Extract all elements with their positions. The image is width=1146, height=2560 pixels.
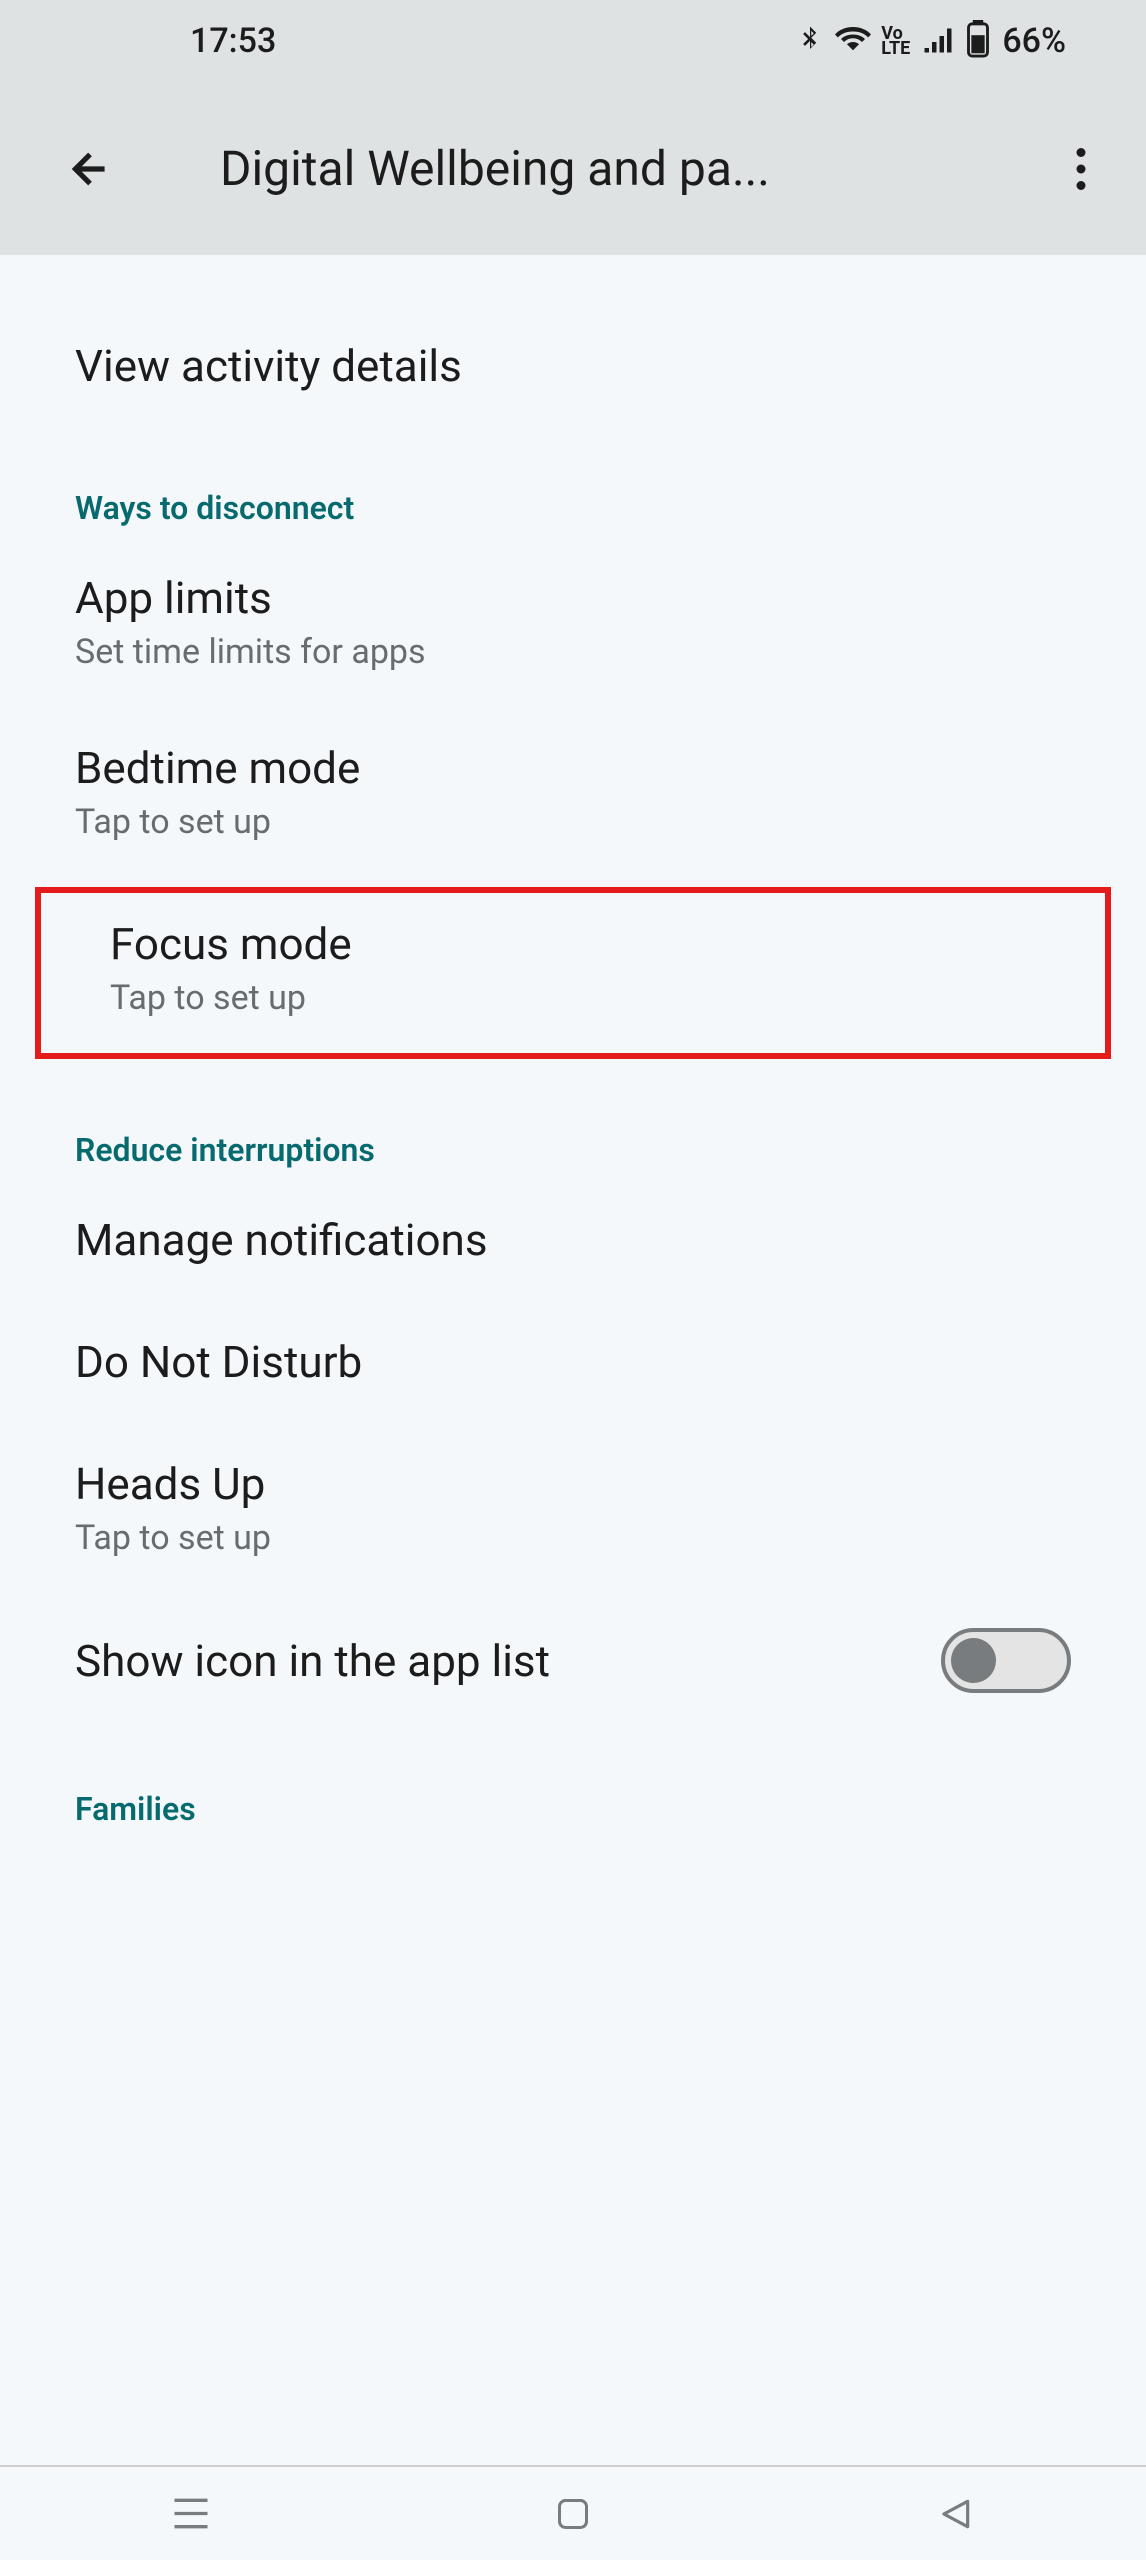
- heads-up-item[interactable]: Heads Up Tap to set up: [0, 1423, 1146, 1593]
- show-icon-toggle[interactable]: [941, 1628, 1071, 1693]
- menu-item-title: Do Not Disturb: [75, 1336, 1071, 1388]
- more-vertical-icon: [1076, 148, 1086, 190]
- menu-item-subtitle: Tap to set up: [75, 802, 1071, 842]
- more-options-button[interactable]: [1056, 139, 1106, 199]
- menu-icon: [171, 2497, 211, 2530]
- volte-icon: VoLTE: [881, 26, 910, 57]
- square-icon: [555, 2496, 591, 2532]
- app-bar: Digital Wellbeing and pa...: [0, 82, 1146, 255]
- arrow-left-icon: [65, 144, 115, 194]
- menu-item-title: Manage notifications: [75, 1214, 1071, 1266]
- menu-item-title: Bedtime mode: [75, 742, 1071, 794]
- navigation-bar: [0, 2465, 1146, 2560]
- focus-mode-item[interactable]: Focus mode Tap to set up: [35, 887, 1111, 1059]
- page-title: Digital Wellbeing and pa...: [220, 140, 1056, 197]
- nav-home-button[interactable]: [546, 2486, 601, 2541]
- menu-item-subtitle: Tap to set up: [75, 1518, 1071, 1558]
- menu-item-title: View activity details: [75, 340, 1071, 392]
- app-limits-item[interactable]: App limits Set time limits for apps: [0, 537, 1146, 707]
- back-button[interactable]: [60, 139, 120, 199]
- view-activity-details-item[interactable]: View activity details: [0, 305, 1146, 427]
- bluetooth-icon: [795, 21, 825, 61]
- section-header-disconnect: Ways to disconnect: [0, 427, 1146, 537]
- menu-item-subtitle: Set time limits for apps: [75, 632, 1071, 672]
- do-not-disturb-item[interactable]: Do Not Disturb: [0, 1301, 1146, 1423]
- menu-item-title: Show icon in the app list: [75, 1635, 550, 1687]
- nav-recents-button[interactable]: [164, 2486, 219, 2541]
- menu-item-title: App limits: [75, 572, 1071, 624]
- menu-item-title: Focus mode: [110, 918, 1036, 970]
- manage-notifications-item[interactable]: Manage notifications: [0, 1179, 1146, 1301]
- menu-item-subtitle: Tap to set up: [110, 978, 1036, 1018]
- battery-percentage: 66%: [1002, 21, 1066, 61]
- signal-icon: [920, 21, 956, 61]
- show-icon-item[interactable]: Show icon in the app list: [0, 1593, 1146, 1728]
- bedtime-mode-item[interactable]: Bedtime mode Tap to set up: [0, 707, 1146, 877]
- triangle-left-icon: [936, 2495, 974, 2533]
- menu-item-title: Heads Up: [75, 1458, 1071, 1510]
- section-header-interruptions: Reduce interruptions: [0, 1069, 1146, 1179]
- wifi-icon: [835, 21, 871, 61]
- battery-icon: [966, 20, 990, 62]
- status-bar: 17:53 VoLTE 66%: [0, 0, 1146, 82]
- status-icons: VoLTE 66%: [795, 20, 1066, 62]
- nav-back-button[interactable]: [928, 2486, 983, 2541]
- status-time: 17:53: [190, 21, 276, 61]
- content: View activity details Ways to disconnect…: [0, 255, 1146, 2465]
- toggle-knob: [951, 1638, 996, 1683]
- section-header-families: Families: [0, 1728, 1146, 1838]
